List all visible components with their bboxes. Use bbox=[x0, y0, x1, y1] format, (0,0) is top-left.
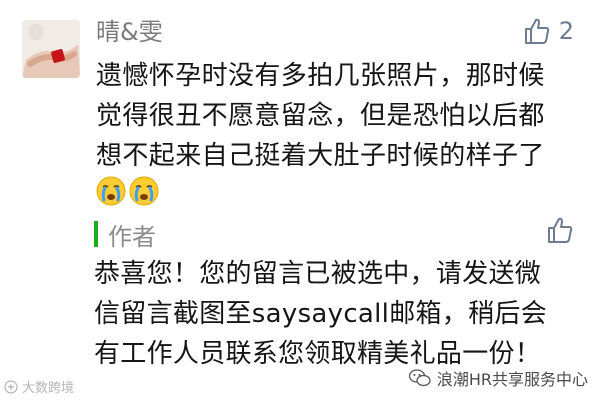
thumbs-up-icon bbox=[524, 18, 549, 44]
reply-text-line: 信留言截图至saysaycall邮箱，稍后会 bbox=[94, 299, 548, 329]
watermark-logo-icon bbox=[4, 379, 18, 394]
comment-text-line: 遗憾怀孕时没有多拍几张照片，那时候 bbox=[96, 61, 545, 91]
comment-text-line: 想不起来自己挺着大肚子时候的样子了 bbox=[96, 141, 545, 171]
reply-text-line: 恭喜您！您的留言已被选中，请发送微 bbox=[94, 259, 542, 289]
emoji-row bbox=[96, 176, 576, 206]
watermark-right-text: 浪潮HR共享服务中心 bbox=[436, 370, 588, 389]
thumbs-up-icon bbox=[548, 217, 573, 243]
avatar-photo bbox=[22, 20, 80, 78]
watermark-left-text: 大数跨境 bbox=[22, 381, 75, 396]
comment-like-button[interactable]: 2 bbox=[523, 16, 574, 46]
comment-body: 遗憾怀孕时没有多拍几张照片，那时候 觉得很丑不愿意留念，但是恐怕以后都 想不起来… bbox=[96, 56, 576, 206]
like-count: 2 bbox=[558, 17, 574, 45]
author-label: 作者 bbox=[108, 222, 156, 251]
avatar[interactable] bbox=[22, 20, 80, 78]
author-reply: 作者 恭喜您！您的留言已被选中，请发送微 信留言截图至saysaycall邮箱，… bbox=[94, 214, 584, 374]
comment-text-line: 觉得很丑不愿意留念，但是恐怕以后都 bbox=[96, 101, 545, 131]
wechat-icon bbox=[408, 369, 431, 387]
reply-like-button[interactable] bbox=[546, 216, 574, 248]
watermark-right: 浪潮HR共享服务中心 bbox=[408, 366, 588, 390]
crying-face-icon bbox=[96, 176, 126, 206]
crying-face-icon bbox=[129, 176, 159, 206]
author-accent-bar bbox=[94, 221, 98, 247]
author-reply-header: 作者 bbox=[94, 214, 584, 254]
comment-username[interactable]: 晴&雯 bbox=[96, 12, 163, 52]
watermark-left: 大数跨境 bbox=[4, 377, 74, 396]
